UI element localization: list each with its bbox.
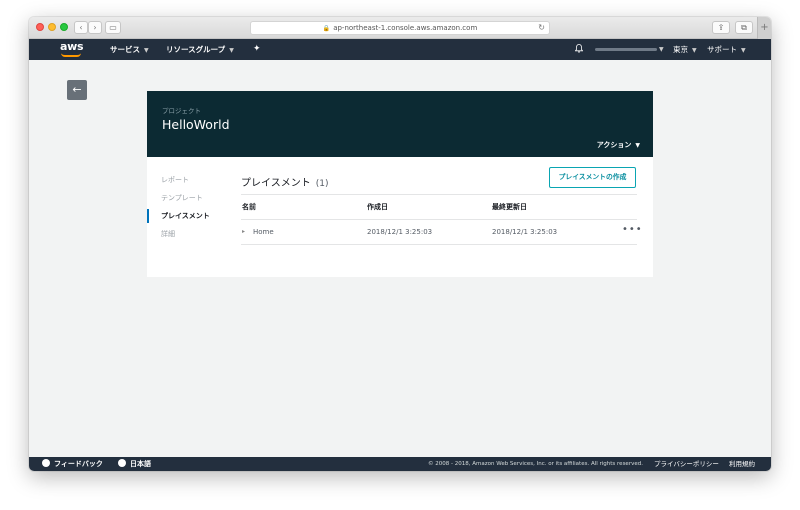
column-header-name[interactable]: 名前 bbox=[242, 202, 256, 212]
minimize-window-button[interactable] bbox=[48, 23, 56, 31]
column-header-updated[interactable]: 最終更新日 bbox=[492, 202, 527, 212]
project-title: HelloWorld bbox=[162, 117, 230, 132]
actions-dropdown[interactable]: アクション ▼ bbox=[597, 140, 640, 150]
project-panel: プロジェクト HelloWorld アクション ▼ レポート テンプレート プレイ… bbox=[147, 91, 653, 277]
feedback-link[interactable]: フィードバック bbox=[42, 457, 103, 471]
address-bar[interactable]: 🔒 ap-northeast-1.console.aws.amazon.com ↻ bbox=[250, 21, 550, 35]
sidebar-item-placements[interactable]: プレイスメント bbox=[147, 209, 237, 227]
chevron-down-icon: ▼ bbox=[659, 46, 664, 53]
share-icon[interactable]: ⇪ bbox=[712, 21, 730, 34]
cell-name[interactable]: Home bbox=[253, 228, 274, 236]
privacy-policy-link[interactable]: プライバシーポリシー bbox=[654, 457, 719, 471]
actions-label: アクション bbox=[596, 141, 632, 149]
back-button[interactable]: ← bbox=[67, 80, 87, 100]
back-nav-button[interactable]: ‹ bbox=[74, 21, 88, 34]
region-label: 東京 bbox=[673, 45, 688, 54]
lock-icon: 🔒 bbox=[322, 25, 331, 32]
region-menu[interactable]: 東京 ▼ bbox=[673, 39, 697, 61]
cell-updated: 2018/12/1 3:25:03 bbox=[492, 228, 558, 236]
support-menu[interactable]: サポート ▼ bbox=[707, 39, 746, 61]
globe-icon bbox=[118, 459, 126, 467]
row-divider bbox=[241, 244, 637, 245]
aws-smile-icon bbox=[61, 53, 81, 57]
tabs-icon[interactable]: ⧉ bbox=[735, 21, 753, 34]
feedback-label: フィードバック bbox=[54, 460, 103, 468]
resource-groups-menu[interactable]: リソースグループ ▼ bbox=[166, 39, 234, 61]
chevron-down-icon: ▼ bbox=[692, 47, 697, 54]
expand-row-icon[interactable]: ▸ bbox=[242, 228, 245, 235]
services-label: サービス bbox=[110, 45, 140, 54]
sidebar-item-templates[interactable]: テンプレート bbox=[147, 191, 237, 209]
terms-link[interactable]: 利用規約 bbox=[729, 457, 755, 471]
close-window-button[interactable] bbox=[36, 23, 44, 31]
chevron-down-icon: ▼ bbox=[635, 142, 640, 149]
browser-window: ‹ › ▭ 🔒 ap-northeast-1.console.aws.amazon… bbox=[29, 17, 771, 471]
column-header-created[interactable]: 作成日 bbox=[367, 202, 388, 212]
placements-heading: プレイスメント (1) bbox=[241, 174, 328, 189]
header-divider bbox=[241, 219, 637, 220]
table-top-divider bbox=[241, 194, 637, 195]
speech-bubble-icon bbox=[42, 459, 50, 467]
project-kicker: プロジェクト bbox=[162, 107, 201, 115]
create-placement-button[interactable]: プレイスメントの作成 bbox=[549, 167, 636, 188]
url-text: ap-northeast-1.console.aws.amazon.com bbox=[333, 24, 478, 32]
aws-logo[interactable]: aws bbox=[58, 40, 86, 60]
zoom-window-button[interactable] bbox=[60, 23, 68, 31]
new-tab-button[interactable]: + bbox=[757, 17, 771, 39]
resource-groups-label: リソースグループ bbox=[166, 45, 226, 54]
placements-count: (1) bbox=[315, 179, 329, 189]
sidebar-item-details[interactable]: 詳細 bbox=[147, 227, 237, 245]
chevron-down-icon: ▼ bbox=[229, 47, 234, 54]
reload-icon[interactable]: ↻ bbox=[538, 22, 545, 34]
project-header: プロジェクト HelloWorld アクション ▼ bbox=[147, 91, 653, 157]
sidebar-toggle-icon[interactable]: ▭ bbox=[105, 21, 121, 34]
more-options-icon[interactable]: ••• bbox=[622, 224, 643, 235]
chevron-down-icon: ▼ bbox=[144, 47, 149, 54]
pin-icon[interactable]: ✦ bbox=[253, 39, 261, 60]
aws-top-nav: aws サービス ▼ リソースグループ ▼ ✦ ▼ 東京 ▼ サポート ▼ bbox=[29, 39, 771, 60]
console-footer: フィードバック 日本語 © 2008 - 2018, Amazon Web Se… bbox=[29, 457, 771, 471]
aws-logo-text: aws bbox=[60, 40, 84, 53]
copyright-text: © 2008 - 2018, Amazon Web Services, Inc.… bbox=[428, 461, 643, 467]
language-selector[interactable]: 日本語 bbox=[118, 457, 151, 471]
chevron-down-icon: ▼ bbox=[741, 47, 746, 54]
forward-nav-button[interactable]: › bbox=[88, 21, 102, 34]
support-label: サポート bbox=[707, 45, 737, 54]
services-menu[interactable]: サービス ▼ bbox=[110, 39, 149, 61]
account-menu[interactable] bbox=[595, 48, 657, 51]
project-sidenav: レポート テンプレート プレイスメント 詳細 bbox=[147, 173, 237, 245]
arrow-left-icon: ← bbox=[72, 83, 82, 96]
bell-icon[interactable] bbox=[575, 44, 583, 53]
browser-titlebar: ‹ › ▭ 🔒 ap-northeast-1.console.aws.amazon… bbox=[29, 17, 771, 39]
cell-created: 2018/12/1 3:25:03 bbox=[367, 228, 433, 236]
sidebar-item-reports[interactable]: レポート bbox=[147, 173, 237, 191]
placements-title: プレイスメント bbox=[241, 178, 311, 189]
language-label: 日本語 bbox=[130, 460, 151, 468]
